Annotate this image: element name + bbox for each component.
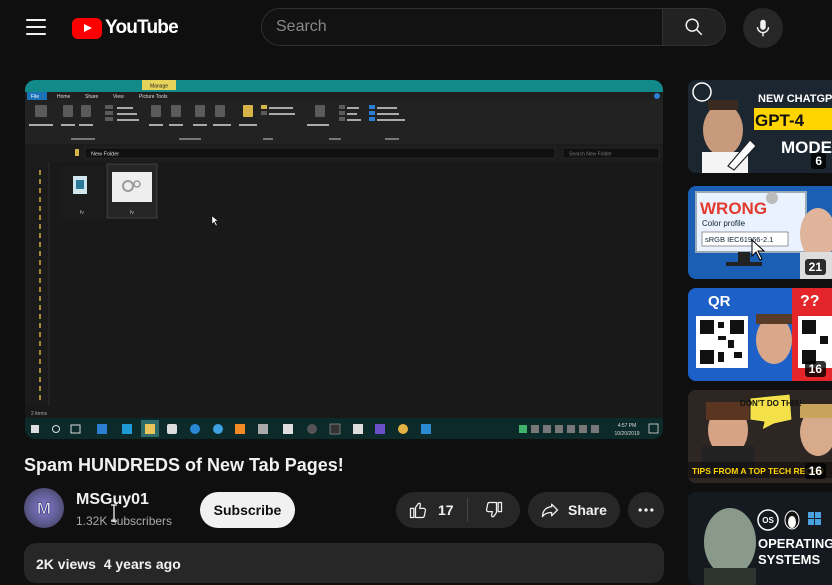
thumb-2-text3: sRGB IEC61966-2.1 (705, 235, 773, 244)
thumbs-up-icon (409, 502, 427, 519)
thumb-5-text3: OS (762, 516, 774, 525)
logo-text: YouTube (105, 17, 179, 38)
avatar-logo-icon: M (37, 499, 52, 519)
like-count: 17 (438, 502, 454, 518)
video-duration: 16 (804, 463, 826, 479)
dislike-button[interactable] (468, 492, 520, 528)
recommended-video-2[interactable]: WRONG Color profile sRGB IEC61966-2.1 21 (688, 186, 832, 279)
youtube-logo[interactable]: YouTube (72, 17, 179, 39)
thumb-1-text2: GPT-4 (755, 111, 805, 130)
subscribe-button[interactable]: Subscribe (200, 492, 295, 528)
like-button[interactable]: 17 (396, 492, 467, 528)
thumb-3-text2: ?? (800, 293, 820, 310)
video-duration: 16 (804, 361, 826, 377)
search-input[interactable] (262, 9, 662, 45)
youtube-play-icon (72, 17, 102, 39)
address-path: New Folder (91, 152, 119, 158)
channel-avatar[interactable]: M (24, 488, 64, 528)
ribbon-tab-home: Home (57, 94, 71, 100)
video-duration: 21 (804, 259, 826, 275)
recommended-video-5[interactable]: OS OPERATING SYSTEMS (688, 492, 832, 585)
ribbon-tab-view: View (113, 94, 124, 100)
thumb-5-text: OPERATING (758, 536, 832, 551)
search-icon (685, 18, 703, 36)
file-label-1: fv (80, 210, 84, 216)
ribbon-tab-share: Share (85, 94, 99, 100)
video-duration: 6 (811, 153, 826, 169)
video-player[interactable]: Manage File Home Share View Picture Tool… (25, 80, 663, 439)
thumb-2-text2: Color profile (702, 219, 746, 228)
svg-text:M: M (37, 499, 51, 518)
thumbnail-5: OS OPERATING SYSTEMS (688, 492, 832, 585)
recommended-video-1[interactable]: NEW CHATGPT GPT-4 MODE 6 (688, 80, 832, 173)
like-dislike-group: 17 (396, 492, 520, 528)
video-frame: Manage File Home Share View Picture Tool… (25, 80, 663, 439)
thumb-3-text: QR (708, 293, 731, 310)
ribbon-tab-picture-tools: Picture Tools (139, 94, 168, 100)
file-label-2: fv (130, 210, 134, 216)
share-button[interactable]: Share (528, 492, 620, 528)
subscriber-count: 1.32K subscribers (76, 514, 173, 528)
thumbs-down-icon (485, 501, 503, 518)
taskbar-time: 4:57 PM (618, 423, 637, 429)
search-box (261, 8, 663, 46)
thumb-1-text: NEW CHATGPT (758, 93, 832, 105)
address-search: Search New Folder (569, 152, 612, 158)
more-horizontal-icon (638, 508, 654, 512)
search-button[interactable] (662, 8, 726, 46)
voice-search-button[interactable] (743, 8, 783, 48)
thumb-2-text: WRONG (700, 199, 767, 218)
recommended-video-4[interactable]: DON'T DO THIS! TIPS FROM A TOP TECH RECR… (688, 390, 832, 483)
taskbar-date: 10/20/2019 (614, 431, 639, 437)
view-count-date: 2K views 4 years ago (36, 556, 181, 572)
manage-tab: Manage (150, 84, 168, 90)
microphone-icon (756, 19, 770, 37)
explorer-status: 2 items (31, 411, 48, 417)
text-cursor-icon (111, 504, 117, 522)
menu-icon[interactable] (26, 19, 46, 37)
share-icon (541, 503, 559, 518)
share-label: Share (568, 502, 607, 518)
thumb-5-text2: SYSTEMS (758, 552, 820, 567)
more-actions-button[interactable] (628, 492, 664, 528)
video-title: Spam HUNDREDS of New Tab Pages! (24, 455, 344, 475)
ribbon-tab-file: File (31, 94, 39, 100)
recommended-video-3[interactable]: QR ?? 16 (688, 288, 832, 381)
thumb-4-text: DON'T DO THIS! (740, 399, 802, 408)
